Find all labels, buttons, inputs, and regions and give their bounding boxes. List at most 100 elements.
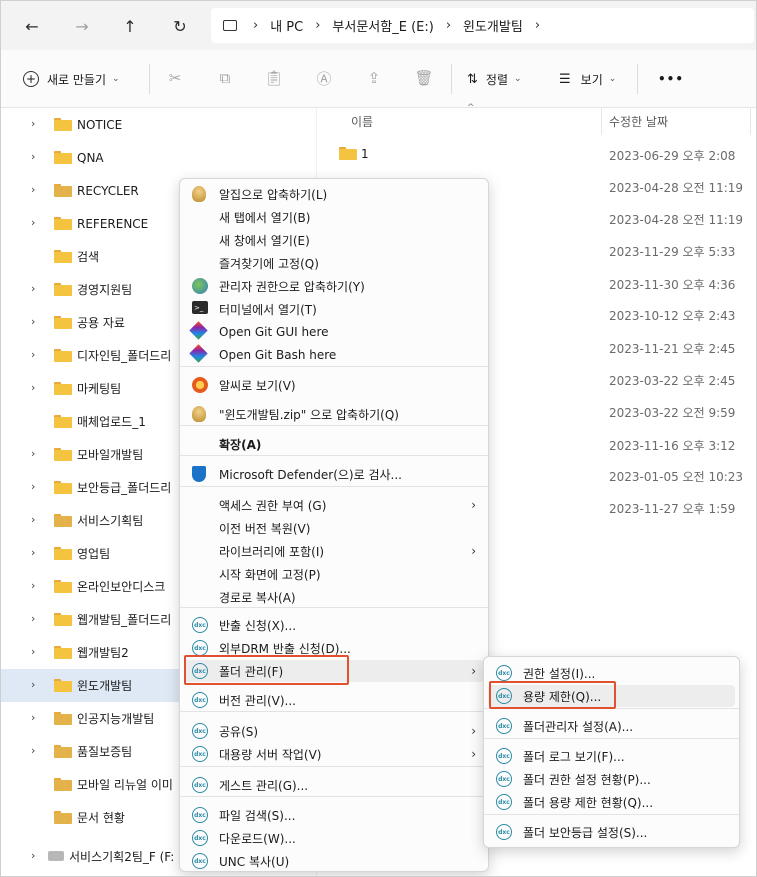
context-menu-item-label: Open Git Bash here <box>219 348 337 362</box>
forward-arrow-icon[interactable]: → <box>69 13 95 39</box>
context-menu-item[interactable]: dxc 공유(S) › <box>184 720 484 742</box>
sort-button[interactable]: ⇅ 정렬 ⌄ <box>467 68 522 90</box>
nav-item-label: 검색 <box>77 250 100 264</box>
context-menu-item-label: "윈도개발팀.zip" 으로 압축하기(Q) <box>219 407 399 422</box>
chevron-right-icon[interactable]: › <box>31 447 43 460</box>
chevron-down-icon: ⌄ <box>608 74 617 84</box>
chevron-right-icon[interactable]: › <box>315 18 320 33</box>
share-icon[interactable]: ⇪ <box>363 67 385 89</box>
rename-icon[interactable]: Ⓐ <box>313 67 335 89</box>
context-menu-item[interactable]: 확장(A) <box>184 433 484 455</box>
back-arrow-icon[interactable]: ← <box>19 13 45 39</box>
menu-separator <box>180 425 488 426</box>
column-header-date[interactable]: 수정한 날짜 <box>609 113 668 130</box>
column-separator[interactable] <box>601 107 602 135</box>
nav-item-label: 서비스기획팀 <box>77 514 144 528</box>
context-menu-item[interactable]: 알집으로 압축하기(L) <box>184 183 484 205</box>
more-options-button[interactable]: ••• <box>658 68 684 90</box>
breadcrumb-folder[interactable]: 윈도개발팀 <box>463 16 523 35</box>
submenu-item[interactable]: dxc 폴더관리자 설정(A)... <box>488 715 735 737</box>
context-menu-item[interactable]: dxc 버전 관리(V)... <box>184 689 484 711</box>
chevron-right-icon[interactable]: › <box>31 216 43 229</box>
context-menu-item[interactable]: dxc 다운로드(W)... <box>184 827 484 849</box>
context-menu-item[interactable]: Open Git GUI here <box>184 321 484 343</box>
context-menu-item[interactable]: 새 창에서 열기(E) <box>184 229 484 251</box>
breadcrumb-this-pc[interactable]: 내 PC <box>270 16 303 35</box>
view-button[interactable]: ☰ 보기 ⌄ <box>559 68 616 90</box>
cut-icon[interactable]: ✂ <box>164 67 186 89</box>
context-menu-item[interactable]: dxc 대용량 서버 작업(V) › <box>184 743 484 765</box>
folder-icon <box>54 316 72 329</box>
context-menu-item[interactable]: dxc UNC 복사(U) <box>184 850 484 872</box>
context-menu-item-label: 경로로 복사(A) <box>219 590 296 605</box>
chevron-right-icon[interactable]: › <box>446 18 451 33</box>
chevron-right-icon[interactable]: › <box>31 645 43 658</box>
context-menu-item-label: 즐겨찾기에 고정(Q) <box>219 256 319 271</box>
chevron-right-icon: › <box>471 498 476 512</box>
context-menu-item[interactable]: 경로로 복사(A) <box>184 586 484 608</box>
dxc-icon: dxc <box>496 748 512 764</box>
chevron-right-icon[interactable]: › <box>31 348 43 361</box>
breadcrumb-drive[interactable]: 부서문서함_E (E:) <box>332 16 433 35</box>
context-menu-item[interactable]: 액세스 권한 부여 (G) › <box>184 494 484 516</box>
chevron-right-icon[interactable]: › <box>31 612 43 625</box>
context-menu-item[interactable]: 즐겨찾기에 고정(Q) <box>184 252 484 274</box>
chevron-right-icon[interactable]: › <box>31 579 43 592</box>
folder-icon <box>54 415 72 428</box>
refresh-icon[interactable]: ↻ <box>167 13 193 39</box>
chevron-right-icon[interactable]: › <box>31 381 43 394</box>
chevron-right-icon[interactable]: › <box>535 18 540 33</box>
context-menu-item-label: 새 탭에서 열기(B) <box>219 210 311 225</box>
folder-icon <box>54 283 72 296</box>
context-menu-item-label: 이전 버전 복원(V) <box>219 521 311 536</box>
submenu-item[interactable]: dxc 폴더 보안등급 설정(S)... <box>488 821 735 843</box>
chevron-right-icon[interactable]: › <box>31 744 43 757</box>
submenu-item[interactable]: dxc 폴더 로그 보기(F)... <box>488 745 735 767</box>
dxc-icon: dxc <box>192 853 208 869</box>
context-menu-item[interactable]: 라이브러리에 포함(I) › <box>184 540 484 562</box>
chevron-right-icon[interactable]: › <box>31 150 43 163</box>
context-menu-item-label: 버전 관리(V)... <box>219 693 296 708</box>
copy-icon[interactable]: ⧉ <box>214 67 236 89</box>
context-menu-item[interactable]: 이전 버전 복원(V) <box>184 517 484 539</box>
new-button[interactable]: + 새로 만들기 ⌄ <box>23 68 120 90</box>
column-header-name[interactable]: 이름 <box>351 113 373 130</box>
context-menu-item[interactable]: >_ 터미널에서 열기(T) <box>184 298 484 320</box>
nav-item-label: 모바일개발팀 <box>77 448 144 462</box>
address-bar[interactable]: › 내 PC › 부서문서함_E (E:) › 윈도개발팀 › <box>211 8 754 43</box>
context-menu-item[interactable]: 알씨로 보기(V) <box>184 374 484 396</box>
submenu-item[interactable]: dxc 폴더 용량 제한 현황(Q)... <box>488 791 735 813</box>
delete-icon[interactable]: 🗑︎ <box>413 67 435 89</box>
chevron-right-icon[interactable]: › <box>31 711 43 724</box>
context-menu-item[interactable]: dxc 게스트 관리(G)... <box>184 774 484 796</box>
context-menu-item[interactable]: 새 탭에서 열기(B) <box>184 206 484 228</box>
chevron-right-icon[interactable]: › <box>31 282 43 295</box>
column-separator[interactable] <box>750 107 751 135</box>
nav-item-label: 모바일 리뉴얼 이미 <box>77 778 173 792</box>
context-menu-item[interactable]: Open Git Bash here <box>184 344 484 366</box>
context-menu-item-label: 액세스 권한 부여 (G) <box>219 498 327 513</box>
chevron-right-icon[interactable]: › <box>31 117 43 130</box>
context-menu-item[interactable]: dxc 반출 신청(X)... <box>184 614 484 636</box>
submenu-item[interactable]: dxc 폴더 권한 설정 현황(P)... <box>488 768 735 790</box>
chevron-right-icon[interactable]: › <box>31 315 43 328</box>
nav-item[interactable]: › QNA <box>1 141 301 174</box>
context-menu-item[interactable]: Microsoft Defender(으)로 검사... <box>184 463 484 485</box>
chevron-right-icon[interactable]: › <box>31 513 43 526</box>
chevron-right-icon[interactable]: › <box>31 546 43 559</box>
context-menu-item[interactable]: dxc 파일 검색(S)... <box>184 804 484 826</box>
context-menu-item-label: 반출 신청(X)... <box>219 618 297 633</box>
paste-icon[interactable]: 📋︎ <box>263 67 285 89</box>
up-arrow-icon[interactable]: ↑ <box>117 13 143 39</box>
chevron-right-icon[interactable]: › <box>31 480 43 493</box>
context-menu-item[interactable]: 관리자 권한으로 압축하기(Y) <box>184 275 484 297</box>
toolbar-divider <box>149 64 150 94</box>
context-menu-item[interactable]: "윈도개발팀.zip" 으로 압축하기(Q) <box>184 403 484 425</box>
chevron-right-icon[interactable]: › <box>31 849 43 862</box>
chevron-right-icon[interactable]: › <box>31 678 43 691</box>
chevron-right-icon[interactable]: › <box>253 18 258 33</box>
nav-item[interactable]: › NOTICE <box>1 108 301 141</box>
folder-icon <box>54 382 72 395</box>
chevron-right-icon[interactable]: › <box>31 183 43 196</box>
context-menu-item[interactable]: 시작 화면에 고정(P) <box>184 563 484 585</box>
